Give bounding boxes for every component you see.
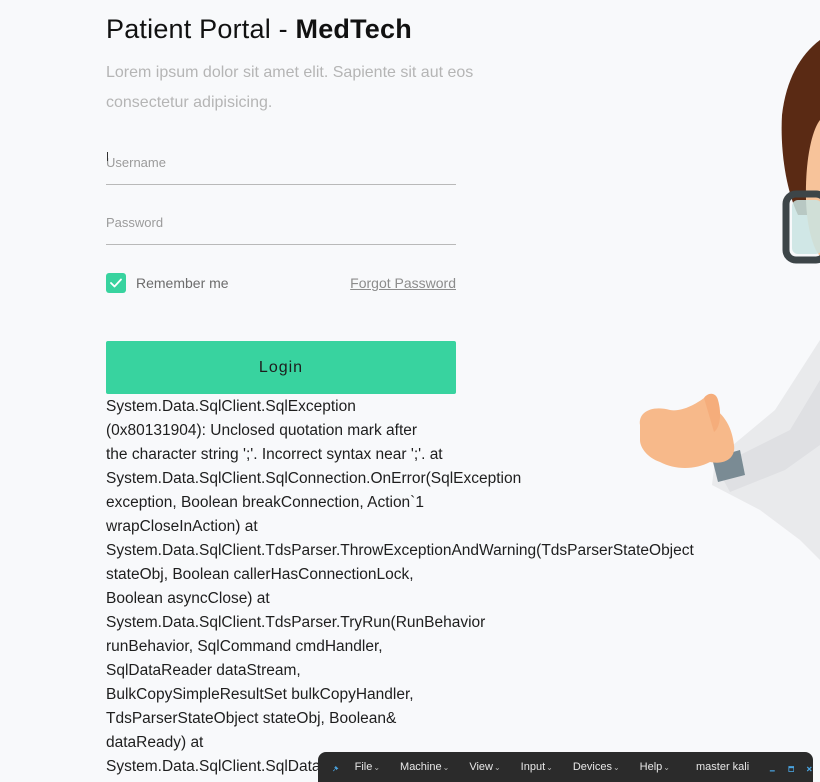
page-title: Patient Portal - MedTech [106,14,412,45]
username-input[interactable] [106,146,456,178]
forgot-password-link[interactable]: Forgot Password [350,275,456,291]
error-line: BulkCopySimpleResultSet bulkCopyHandler, [106,686,414,703]
vm-name: master kali [696,761,750,773]
password-input[interactable] [106,206,456,238]
checkmark-icon [110,278,122,287]
pin-icon[interactable] [332,761,339,777]
vm-toolbar: File Machine View Input Devices Help mas… [318,752,813,782]
page-subtitle: Lorem ipsum dolor sit amet elit. Sapient… [106,64,474,111]
minimize-icon[interactable] [769,761,776,777]
remember-me-label: Remember me [136,274,229,291]
username-field-container [106,138,456,185]
title-brand: MedTech [295,14,412,44]
restore-icon[interactable] [788,761,795,777]
text-caret [107,152,108,161]
menu-machine[interactable]: Machine [400,761,449,773]
password-field-container [106,198,456,245]
menu-file[interactable]: File [355,761,380,773]
menu-help[interactable]: Help [640,761,670,773]
doctor-illustration [639,40,820,560]
menu-input[interactable]: Input [521,761,553,773]
menu-devices[interactable]: Devices [573,761,620,773]
vm-menu: File Machine View Input Devices Help [355,761,690,773]
error-line: TdsParserStateObject stateObj, Boolean& [106,710,397,727]
menu-view[interactable]: View [469,761,500,773]
close-icon[interactable] [806,761,813,777]
doctor-hand [639,397,735,468]
login-button[interactable]: Login [106,341,456,394]
remember-me-row: Remember me [106,272,229,293]
remember-me-checkbox[interactable] [106,272,126,293]
title-prefix: Patient Portal - [106,14,296,44]
